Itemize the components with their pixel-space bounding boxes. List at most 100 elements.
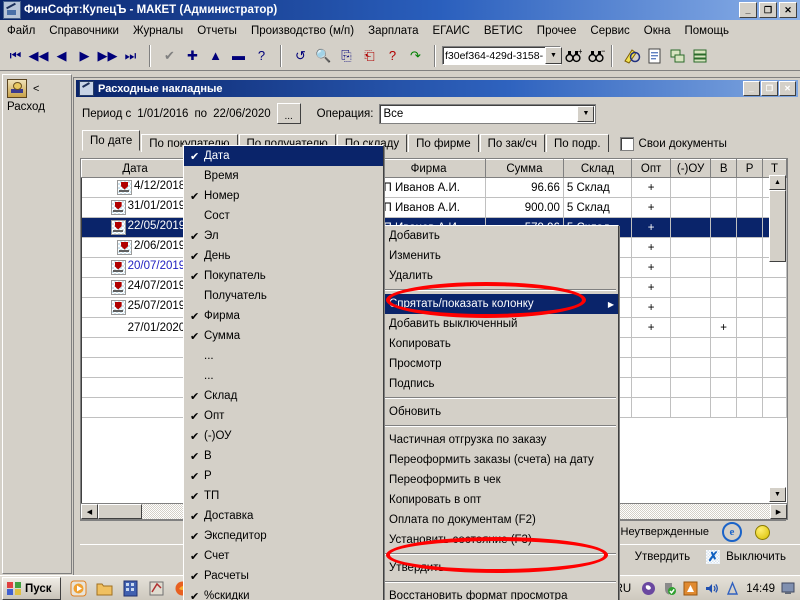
col-header-v[interactable]: В — [710, 159, 738, 178]
period-picker-button[interactable]: ... — [276, 103, 301, 124]
context-menu-item[interactable]: Копировать — [383, 334, 618, 354]
column-menu-item[interactable]: ✔ Покупатель — [184, 266, 383, 286]
menu-zhurnaly[interactable]: Журналы — [126, 23, 190, 39]
context-menu-item[interactable]: Подпись — [383, 374, 618, 394]
grid-vertical-scrollbar[interactable]: ▲ ▼ — [769, 175, 786, 502]
scroll-left-button[interactable]: ◀ — [81, 504, 98, 519]
column-menu-item[interactable]: ✔ %скидки — [184, 586, 383, 600]
dock-item-rashod[interactable]: < Расход — [3, 75, 71, 113]
column-menu-item[interactable]: ✔ Номер — [184, 186, 383, 206]
col-header-sklad[interactable]: Склад — [562, 159, 633, 178]
context-menu-item[interactable]: Частичная отгрузка по заказу — [383, 430, 618, 450]
delete-minus-icon[interactable]: ▬ — [227, 45, 250, 67]
disable-button[interactable]: ✗ Выключить — [706, 549, 786, 564]
help-question-icon[interactable]: ? — [250, 45, 273, 67]
chevron-down-icon[interactable]: ▼ — [545, 47, 562, 64]
grid-context-menu[interactable]: Добавить Изменить Удалить Спрятать/показать… — [382, 225, 619, 600]
column-menu-item[interactable]: ... — [184, 366, 383, 386]
nav-fastback-button[interactable]: ◀◀ — [27, 45, 50, 67]
column-menu-item[interactable]: ✔ Опт — [184, 406, 383, 426]
find-remove-icon[interactable]: − — [585, 45, 608, 67]
operation-select[interactable]: Все ▼ — [379, 103, 597, 124]
yellow-dot-icon[interactable] — [755, 524, 770, 540]
folder-icon[interactable] — [93, 577, 116, 600]
window-cascade-icon[interactable] — [689, 45, 712, 67]
nav-fastforward-button[interactable]: ▶▶ — [96, 45, 119, 67]
app-restore-button[interactable]: ❐ — [759, 2, 777, 18]
column-menu-item[interactable]: ✔ В — [184, 446, 383, 466]
highlighter-icon[interactable] — [620, 45, 643, 67]
nav-next-button[interactable]: ▶ — [73, 45, 96, 67]
app-icon[interactable] — [145, 577, 168, 600]
menu-servis[interactable]: Сервис — [583, 23, 636, 39]
approve-button[interactable]: Утвердить — [635, 551, 690, 563]
col-header-r[interactable]: Р — [736, 159, 764, 178]
column-menu-item[interactable]: ✔ Сумма — [184, 326, 383, 346]
column-menu-item[interactable]: Время — [184, 166, 383, 186]
context-menu-item[interactable]: Спрятать/показать колонку ▶ — [383, 294, 618, 314]
hscroll-thumb[interactable] — [98, 504, 142, 519]
menu-fajl[interactable]: Файл — [0, 23, 42, 39]
own-documents-checkbox[interactable] — [619, 137, 634, 151]
volume-icon[interactable] — [704, 581, 719, 596]
column-menu-item[interactable]: ✔ Дата — [184, 146, 383, 166]
col-header-data[interactable]: Дата — [81, 159, 190, 178]
context-menu-item[interactable]: Копировать в опт — [383, 490, 618, 510]
print-preview-icon[interactable] — [643, 45, 666, 67]
menu-zarplata[interactable]: Зарплата — [361, 23, 425, 39]
col-header-opt[interactable]: Опт — [631, 159, 672, 178]
nav-first-button[interactable]: ⏮ — [4, 45, 27, 67]
edit-triangle-icon[interactable]: ▲ — [204, 45, 227, 67]
app-minimize-button[interactable]: _ — [739, 2, 757, 18]
column-menu-item[interactable]: ✔ Расчеты — [184, 566, 383, 586]
child-close-button[interactable]: ✕ — [779, 81, 796, 96]
own-documents-checkbox-group[interactable]: Свои документы — [619, 137, 727, 151]
child-minimize-button[interactable]: _ — [743, 81, 760, 96]
column-menu-item[interactable]: ✔ Склад — [184, 386, 383, 406]
media-player-icon[interactable] — [67, 577, 90, 600]
warning-help-icon[interactable]: ? — [381, 45, 404, 67]
vscroll-thumb[interactable] — [769, 190, 786, 262]
viber-tray-icon[interactable] — [641, 581, 656, 596]
col-header-ou[interactable]: (-)ОУ — [670, 159, 712, 178]
start-button[interactable]: Пуск — [2, 577, 61, 600]
menu-spravochniki[interactable]: Справочники — [42, 23, 126, 39]
add-plus-icon[interactable]: ✚ — [181, 45, 204, 67]
orange-app-icon[interactable] — [683, 581, 698, 596]
clock[interactable]: 14:49 — [746, 583, 775, 595]
column-menu-item[interactable]: ✔ Р — [184, 466, 383, 486]
col-header-firma[interactable]: Фирма — [371, 159, 486, 178]
show-desktop-icon[interactable] — [781, 581, 796, 596]
menu-prochee[interactable]: Прочее — [530, 23, 584, 39]
menu-egais[interactable]: ЕГАИС — [425, 23, 476, 39]
window-tile-icon[interactable] — [666, 45, 689, 67]
context-menu-item[interactable]: Обновить — [383, 402, 618, 422]
refresh-icon[interactable]: ↺ — [289, 45, 312, 67]
context-menu-item[interactable]: Восстановить формат просмотра — [383, 586, 618, 600]
nav-last-button[interactable]: ⏭ — [119, 45, 142, 67]
context-menu-item[interactable]: Оплата по документам (F2) — [383, 510, 618, 530]
menu-vetis[interactable]: ВЕТИС — [477, 23, 530, 39]
blue-app-icon[interactable] — [119, 577, 142, 600]
network-icon[interactable] — [725, 581, 740, 596]
context-menu-item[interactable]: Утвердить — [383, 558, 618, 578]
tab-po-zak-sch[interactable]: По зак/сч — [479, 134, 545, 152]
column-menu-item[interactable]: Получатель — [184, 286, 383, 306]
column-menu-item[interactable]: ✔ Экспедитор — [184, 526, 383, 546]
column-menu-item[interactable]: ✔ Доставка — [184, 506, 383, 526]
date-from-value[interactable]: 1/01/2016 — [137, 108, 188, 120]
scroll-up-button[interactable]: ▲ — [769, 175, 786, 190]
nav-prev-button[interactable]: ◀ — [50, 45, 73, 67]
column-menu-item[interactable]: Сост — [184, 206, 383, 226]
column-visibility-menu[interactable]: ✔ Дата Время ✔ Номер Сост ✔ Эл ✔ День ✔ Покупатель П… — [183, 145, 384, 600]
date-to-value[interactable]: 22/06/2020 — [213, 108, 271, 120]
tab-po-podr[interactable]: По подр. — [545, 134, 609, 152]
context-menu-item[interactable]: Добавить выключенный — [383, 314, 618, 334]
menu-pomoshch[interactable]: Помощь — [678, 23, 736, 39]
column-menu-item[interactable]: ✔ День — [184, 246, 383, 266]
menu-otchety[interactable]: Отчеты — [190, 23, 244, 39]
copy-icon[interactable]: ⎘ — [335, 45, 358, 67]
tab-po-firme[interactable]: По фирме — [408, 134, 479, 152]
context-menu-item[interactable]: Установить состояние (F3) — [383, 530, 618, 550]
copy-red-icon[interactable]: ⎗ — [358, 45, 381, 67]
